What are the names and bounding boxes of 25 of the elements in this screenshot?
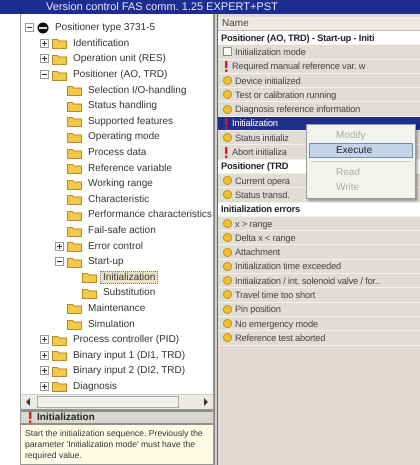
row-label: Status transd. <box>235 190 290 200</box>
row-label: Required manual reference var. w <box>232 61 366 72</box>
row-label: Initialization time exceeded <box>235 261 342 272</box>
row-label: Diagnosis reference information <box>235 104 360 114</box>
row-label: Device initialized <box>235 76 301 86</box>
row-label: Test or calibration running <box>235 90 336 100</box>
row-label: Positioner (AO, TRD) - Start-up - Initi <box>221 32 374 43</box>
row-label: Initialization / int. solenoid valve / for.. <box>235 276 380 286</box>
window-title: Version control FAS comm. 1.25 EXPERT+PST <box>0 0 420 14</box>
row-label: Initialization mode <box>235 46 306 57</box>
row-label: x > range <box>235 218 272 228</box>
row-label: Delta x < range <box>235 232 296 243</box>
info-description: Start the initialization sequence. Previously the parameter 'Initialization mode' must have the required value. <box>21 425 213 464</box>
row-label: Pin position <box>235 304 281 314</box>
row-label: Travel time too short <box>235 290 316 300</box>
row-label: Abort initializa <box>232 147 287 158</box>
row-label: Reference test aborted <box>235 332 326 343</box>
row-label: Current opera <box>235 176 290 186</box>
row-label: Initialization errors <box>221 204 300 214</box>
row-label: Status initializ <box>235 132 289 143</box>
row-label: Initialization <box>232 118 278 128</box>
row-label: Positioner (TRD <box>221 161 288 172</box>
info-title: Initialization <box>37 412 95 424</box>
row-label: No emergency mode <box>235 318 318 329</box>
row-label: Attachment <box>235 247 280 258</box>
